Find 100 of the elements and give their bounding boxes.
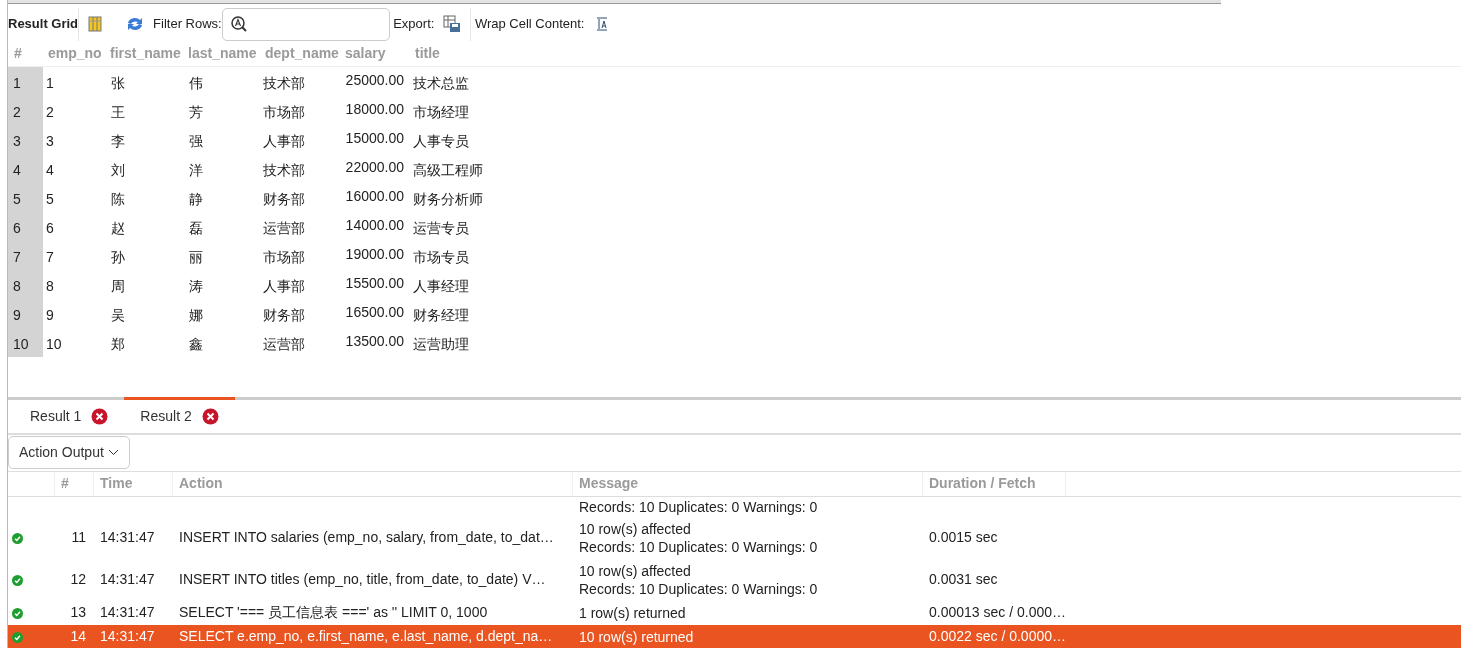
- table-cell-text: 22000.00: [344, 157, 405, 177]
- table-cell-text: 娜: [188, 305, 204, 325]
- table-cell-text: 赵: [110, 218, 126, 238]
- table-cell-text: 2: [45, 102, 55, 122]
- result-tab[interactable]: Result 1: [14, 396, 125, 433]
- table-cell-text: 19000.00: [344, 244, 405, 264]
- row-number: 7: [8, 240, 43, 270]
- table-cell-text: 16000.00: [344, 186, 405, 206]
- check-icon: [12, 607, 23, 619]
- table-cell-text: 张: [110, 73, 126, 93]
- check-icon: [12, 532, 23, 544]
- table-cell-text: 涛: [188, 276, 204, 296]
- table-cell-text: 鑫: [188, 334, 204, 354]
- table-cell-text: 4: [45, 160, 55, 180]
- table-cell-text: 人事经理: [412, 276, 470, 296]
- table-cell-text: 芳: [188, 102, 204, 122]
- table-cell-text: 技术部: [262, 73, 306, 93]
- output-row[interactable]: 13 14:31:47 SELECT '=== 员工信息表 ===' as '' LIMIT 0, 1000 1 row(s) returned 0.00013 sec / 0.000…: [8, 600, 1461, 625]
- table-cell-text: 7: [45, 247, 55, 267]
- table-cell-text: 3: [45, 131, 55, 151]
- column-header[interactable]: #: [8, 42, 43, 64]
- close-icon[interactable]: [91, 407, 109, 425]
- table-cell-text: 6: [45, 218, 55, 238]
- table-cell-text: 12: [69, 570, 87, 589]
- result-tab[interactable]: Result 2: [124, 396, 235, 433]
- table-cell-text: 18000.00: [344, 99, 405, 119]
- table-cell-text: 14:31:47: [99, 603, 156, 622]
- column-header[interactable]: Message: [573, 471, 923, 496]
- output-dropdown[interactable]: Action Output: [8, 435, 130, 469]
- column-header[interactable]: Duration / Fetch: [923, 471, 1066, 496]
- table-cell-text: 王: [110, 102, 126, 122]
- output-row[interactable]: Records: 10 Duplicates: 0 Warnings: 0: [8, 496, 1461, 517]
- table-cell-text: 15000.00: [344, 128, 405, 148]
- table-cell-text: 14000.00: [344, 215, 405, 235]
- row-number: 2: [8, 95, 43, 125]
- table-cell-text: 13: [69, 603, 87, 622]
- close-icon[interactable]: [201, 407, 219, 425]
- table-cell-text: 14:31:47: [99, 528, 156, 547]
- table-cell-text: 静: [188, 189, 204, 209]
- export-icon[interactable]: [443, 15, 462, 33]
- refresh-icon[interactable]: [126, 16, 145, 32]
- toolbar-label: Wrap Cell Content:: [474, 15, 585, 34]
- table-cell-text: Records: 10 Duplicates: 0 Warnings: 0: [579, 537, 819, 556]
- row-number: 9: [8, 298, 43, 328]
- column-header[interactable]: title: [410, 42, 495, 64]
- table-cell-text: 财务部: [262, 305, 306, 325]
- table-cell-text: 0.0031 sec: [928, 570, 999, 589]
- table-cell-text: 人事专员: [412, 131, 470, 151]
- output-row[interactable]: 11 14:31:47 INSERT INTO salaries (emp_no, salary, from_date, to_dat… 10 row(s) affected Records: 10 Duplicates: 0 Warnings: 0 0.0015 sec: [8, 516, 1461, 559]
- table-cell-text: INSERT INTO salaries (emp_no, salary, from_date, to_dat…: [178, 528, 555, 547]
- table-cell-text: 财务经理: [412, 305, 470, 325]
- table-cell-text: 13500.00: [344, 331, 405, 351]
- table-cell-text: Records: 10 Duplicates: 0 Warnings: 0: [579, 497, 819, 516]
- table-cell-text: 0.0015 sec: [928, 528, 999, 547]
- column-header[interactable]: last_name: [183, 42, 260, 64]
- table-cell-text: 运营专员: [412, 218, 470, 238]
- table-cell-text: 8: [45, 276, 55, 296]
- row-number: 6: [8, 211, 43, 241]
- table-cell-text: 10 row(s) returned: [579, 627, 695, 646]
- table-cell-text: 14:31:47: [99, 627, 156, 646]
- search-icon: [230, 16, 247, 32]
- table-cell-text: 1 row(s) returned: [579, 603, 687, 622]
- output-row[interactable]: 14 14:31:47 SELECT e.emp_no, e.first_name, e.last_name, d.dept_na… 10 row(s) returned 0.0022 sec / 0.0000…: [8, 624, 1461, 648]
- row-number: 8: [8, 269, 43, 299]
- caret-icon: [107, 449, 119, 457]
- output-row[interactable]: 12 14:31:47 INSERT INTO titles (emp_no, title, from_date, to_date) V… 10 row(s) affected Records: 10 Duplicates: 0 Warnings: 0 0.0031 sec: [8, 558, 1461, 601]
- filter-field[interactable]: [221, 7, 390, 41]
- table-cell-text: 周: [110, 276, 126, 296]
- column-header[interactable]: Time: [94, 471, 173, 496]
- column-header[interactable]: dept_name: [260, 42, 340, 64]
- column-header[interactable]: #: [55, 471, 94, 496]
- column-header[interactable]: emp_no: [43, 42, 105, 64]
- table-cell-text: 运营助理: [412, 334, 470, 354]
- check-icon: [12, 631, 23, 643]
- table-cell-text: 14:31:47: [99, 570, 156, 589]
- toolbar-label: Result Grid: [8, 15, 79, 34]
- table-cell-text: 技术总监: [412, 73, 470, 93]
- row-number: 4: [8, 153, 43, 183]
- table-cell-text: 陈: [110, 189, 126, 209]
- table-cell-text: 人事部: [262, 276, 306, 296]
- table-cell-text: 市场专员: [412, 247, 470, 267]
- table-cell-text: INSERT INTO titles (emp_no, title, from_date, to_date) V…: [178, 570, 547, 589]
- table-cell-text: 郑: [110, 334, 126, 354]
- table-cell-text: Records: 10 Duplicates: 0 Warnings: 0: [579, 579, 819, 598]
- table-cell-text: 运营部: [262, 334, 306, 354]
- column-header[interactable]: first_name: [105, 42, 183, 64]
- table-cell-text: 16500.00: [344, 302, 405, 322]
- columns-icon[interactable]: [88, 16, 103, 32]
- table-cell-text: 0.00013 sec / 0.000…: [928, 603, 1066, 622]
- table-cell-text: 5: [45, 189, 55, 209]
- column-header[interactable]: Action: [173, 471, 573, 496]
- table-cell-text: 刘: [110, 160, 126, 180]
- column-header[interactable]: salary: [340, 42, 410, 64]
- table-cell-text: 0.0022 sec / 0.0000…: [928, 627, 1066, 646]
- table-cell-text: 李: [110, 131, 126, 151]
- table-cell-text: 伟: [188, 73, 204, 93]
- table-cell-text: 技术部: [262, 160, 306, 180]
- table-cell-text: 高级工程师: [412, 160, 484, 180]
- wrap-icon[interactable]: [596, 17, 609, 31]
- table-cell-text: 市场部: [262, 102, 306, 122]
